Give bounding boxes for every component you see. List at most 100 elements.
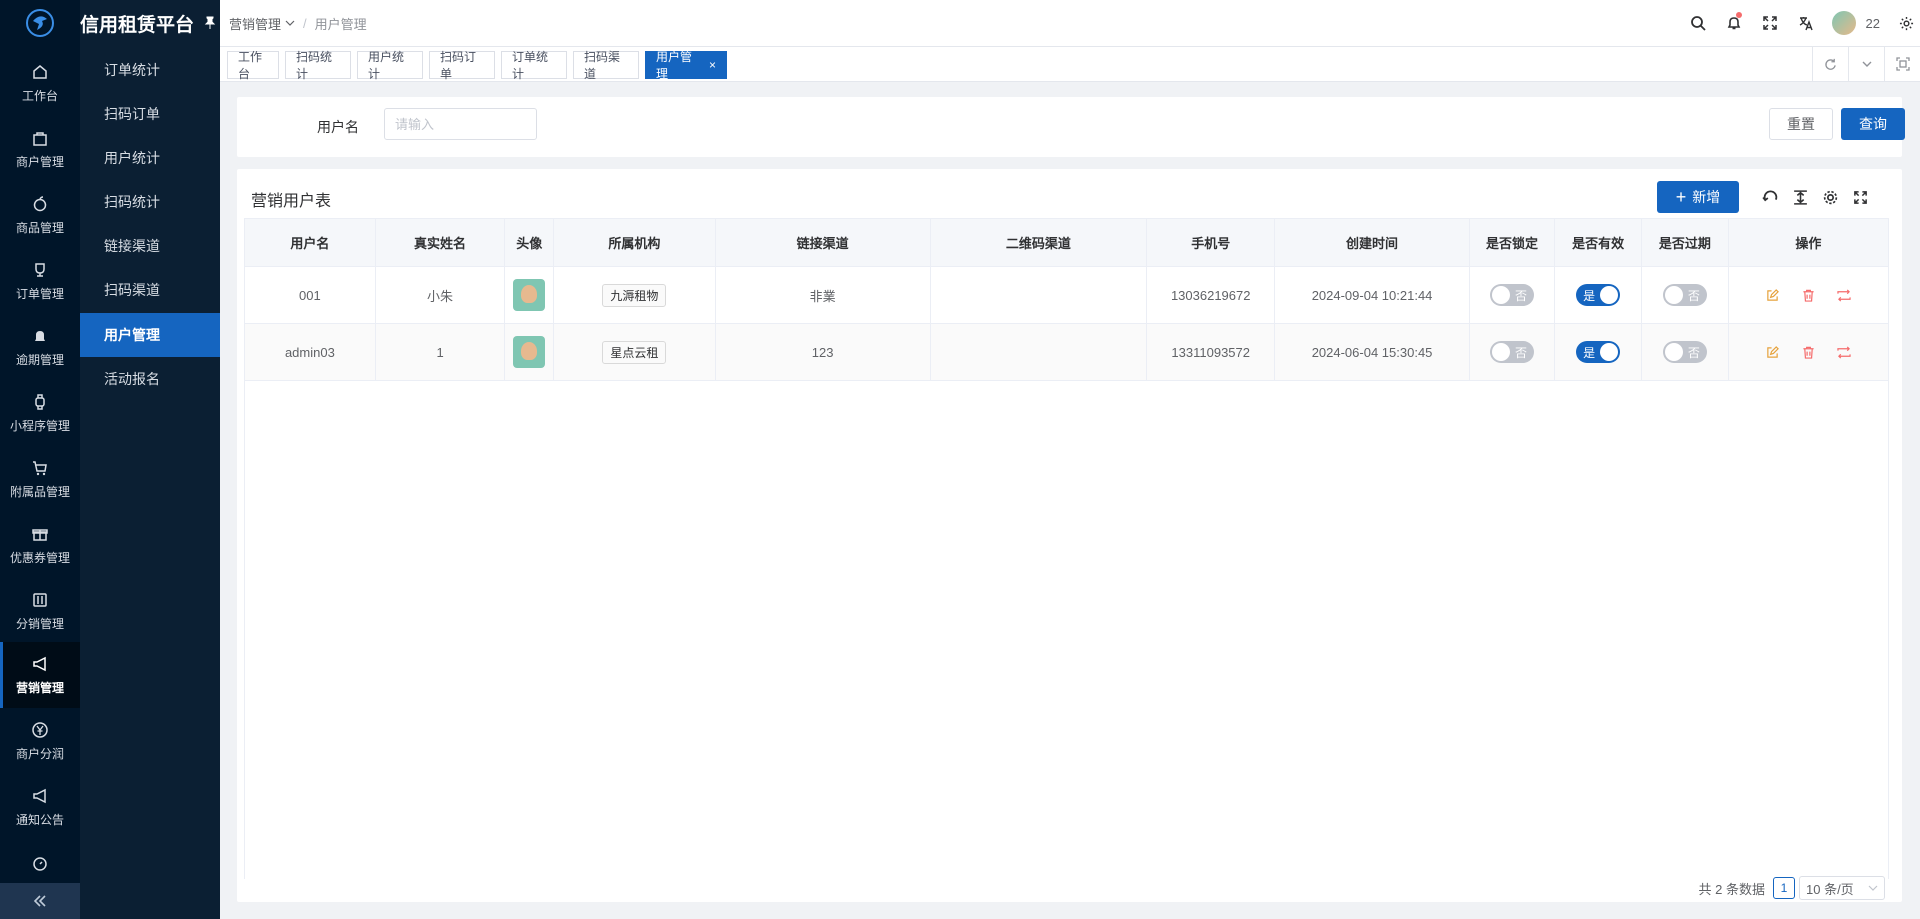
column-header[interactable]: 是否有效 xyxy=(1554,218,1643,267)
side-item-more[interactable] xyxy=(0,840,80,886)
side-item-workbench[interactable]: 工作台 xyxy=(0,50,80,116)
search-form: 用户名 重置 查询 xyxy=(237,97,1905,157)
add-button[interactable]: + 新增 xyxy=(1657,181,1739,213)
language-button[interactable] xyxy=(1788,0,1824,46)
header-actions: 22 xyxy=(1680,0,1920,46)
sub-item-scan-orders[interactable]: 扫码订单 xyxy=(80,92,220,136)
column-header[interactable]: 所属机构 xyxy=(553,218,716,267)
cell-qr-channel xyxy=(929,323,1148,381)
tab-menu-button[interactable] xyxy=(1848,47,1884,81)
tab-scan-channel[interactable]: 扫码渠道 xyxy=(573,50,639,81)
sub-item-user-stats[interactable]: 用户统计 xyxy=(80,136,220,180)
swap-button[interactable] xyxy=(1836,287,1852,303)
tab-label: 工作台 xyxy=(238,50,263,81)
table-refresh-button[interactable] xyxy=(1755,183,1785,211)
column-header[interactable]: 手机号 xyxy=(1146,218,1276,267)
expired-switch[interactable]: 否 xyxy=(1662,341,1707,363)
page-size-value: 10 条/页 xyxy=(1806,881,1854,897)
edit-button[interactable] xyxy=(1764,287,1780,303)
app-logo xyxy=(0,0,80,46)
column-header[interactable]: 链接渠道 xyxy=(714,218,931,267)
chevron-down-icon xyxy=(1862,61,1871,67)
column-header[interactable]: 二维码渠道 xyxy=(929,218,1148,267)
tab-bar: 工作台 扫码统计 用户统计 扫码订单 订单统计 扫码渠道 用户管理 × xyxy=(220,46,1920,82)
locked-switch[interactable]: 否 xyxy=(1489,284,1534,306)
column-header[interactable]: 创建时间 xyxy=(1274,218,1470,267)
tab-user-stats[interactable]: 用户统计 xyxy=(357,50,423,81)
table-row[interactable]: admin03 1 星点云租 123 13311093572 2024-06-0… xyxy=(244,323,1890,381)
collapse-sidebar-button[interactable] xyxy=(0,883,80,919)
username[interactable]: 22 xyxy=(1866,16,1880,31)
breadcrumb-item-marketing[interactable]: 营销管理 xyxy=(229,14,281,33)
notification-button[interactable] xyxy=(1716,0,1752,46)
locked-switch[interactable]: 否 xyxy=(1489,341,1534,363)
trash-icon xyxy=(1803,289,1814,302)
switch-text: 是 xyxy=(1583,345,1596,360)
sub-item-scan-stats[interactable]: 扫码统计 xyxy=(80,180,220,224)
fullscreen-button[interactable] xyxy=(1752,0,1788,46)
side-item-accessory[interactable]: 附属品管理 xyxy=(0,446,80,512)
breadcrumb: 营销管理 / 用户管理 xyxy=(229,14,367,33)
tab-close-icon[interactable]: × xyxy=(709,58,716,72)
side-item-overdue[interactable]: 逾期管理 xyxy=(0,314,80,380)
table-density-button[interactable] xyxy=(1785,183,1815,211)
cell-locked: 否 xyxy=(1468,266,1556,324)
table-fullscreen-button[interactable] xyxy=(1845,183,1875,211)
tab-order-stats[interactable]: 订单统计 xyxy=(501,50,567,81)
reset-button[interactable]: 重置 xyxy=(1769,108,1833,140)
side-item-marketing[interactable]: 营销管理 xyxy=(0,642,80,708)
delete-button[interactable] xyxy=(1800,287,1816,303)
sub-item-event-signup[interactable]: 活动报名 xyxy=(80,357,220,401)
valid-switch[interactable]: 是 xyxy=(1576,341,1621,363)
side-item-distribution[interactable]: 分销管理 xyxy=(0,578,80,644)
side-item-label: 营销管理 xyxy=(15,680,64,695)
page-size-select[interactable]: 10 条/页 xyxy=(1799,876,1885,900)
sub-item-link-channel[interactable]: 链接渠道 xyxy=(80,224,220,268)
swap-button[interactable] xyxy=(1836,344,1852,360)
avatar-image[interactable] xyxy=(513,279,546,311)
column-header[interactable]: 用户名 xyxy=(244,218,376,267)
tab-user-management[interactable]: 用户管理 × xyxy=(645,50,727,81)
fullscreen-icon xyxy=(1853,190,1867,204)
edit-icon xyxy=(1767,288,1779,301)
expired-switch[interactable]: 否 xyxy=(1662,284,1707,306)
tab-scan-stats[interactable]: 扫码统计 xyxy=(285,50,351,81)
timer-icon xyxy=(33,857,47,871)
side-item-order[interactable]: 订单管理 xyxy=(0,248,80,314)
table-card: 营销用户表 + 新增 用户名 真实姓名 头像 所属机构 链接渠道 二维码渠道 手… xyxy=(237,169,1902,902)
settings-button[interactable] xyxy=(1892,0,1920,46)
table-settings-button[interactable] xyxy=(1815,183,1845,211)
tab-label: 订单统计 xyxy=(512,50,549,81)
side-item-announcement[interactable]: 通知公告 xyxy=(0,774,80,840)
valid-switch[interactable]: 是 xyxy=(1576,284,1621,306)
delete-button[interactable] xyxy=(1800,344,1816,360)
side-item-merchant[interactable]: 商户管理 xyxy=(0,116,80,182)
tab-maximize-button[interactable] xyxy=(1884,47,1920,81)
pin-icon[interactable] xyxy=(204,16,216,30)
search-button[interactable] xyxy=(1680,0,1716,46)
tab-scan-orders[interactable]: 扫码订单 xyxy=(429,50,495,81)
column-header[interactable]: 是否过期 xyxy=(1641,218,1729,267)
column-header[interactable]: 是否锁定 xyxy=(1468,218,1556,267)
switch-text: 否 xyxy=(1687,345,1700,360)
side-item-profit-share[interactable]: 商户分润 xyxy=(0,708,80,774)
user-avatar[interactable] xyxy=(1831,11,1856,35)
username-filter-input[interactable] xyxy=(384,108,537,140)
tab-refresh-button[interactable] xyxy=(1812,47,1848,81)
column-header[interactable]: 真实姓名 xyxy=(374,218,506,267)
sub-item-scan-channel[interactable]: 扫码渠道 xyxy=(80,268,220,312)
sub-item-user-management[interactable]: 用户管理 xyxy=(80,313,220,357)
query-button[interactable]: 查询 xyxy=(1841,108,1905,140)
sub-item-order-stats[interactable]: 订单统计 xyxy=(80,48,220,92)
table-empty-area xyxy=(244,381,1889,879)
side-item-miniprogram[interactable]: 小程序管理 xyxy=(0,380,80,446)
edit-button[interactable] xyxy=(1764,344,1780,360)
table-row[interactable]: 001 小朱 九溽租物 非業 13036219672 2024-09-04 10… xyxy=(244,266,1890,324)
column-header[interactable]: 头像 xyxy=(504,218,555,267)
page-number-current[interactable]: 1 xyxy=(1773,877,1795,899)
avatar-image[interactable] xyxy=(513,336,546,368)
side-item-product[interactable]: 商品管理 xyxy=(0,182,80,248)
plus-icon: + xyxy=(1675,187,1687,207)
side-item-coupon[interactable]: 优惠券管理 xyxy=(0,512,80,578)
tab-workbench[interactable]: 工作台 xyxy=(227,50,279,81)
